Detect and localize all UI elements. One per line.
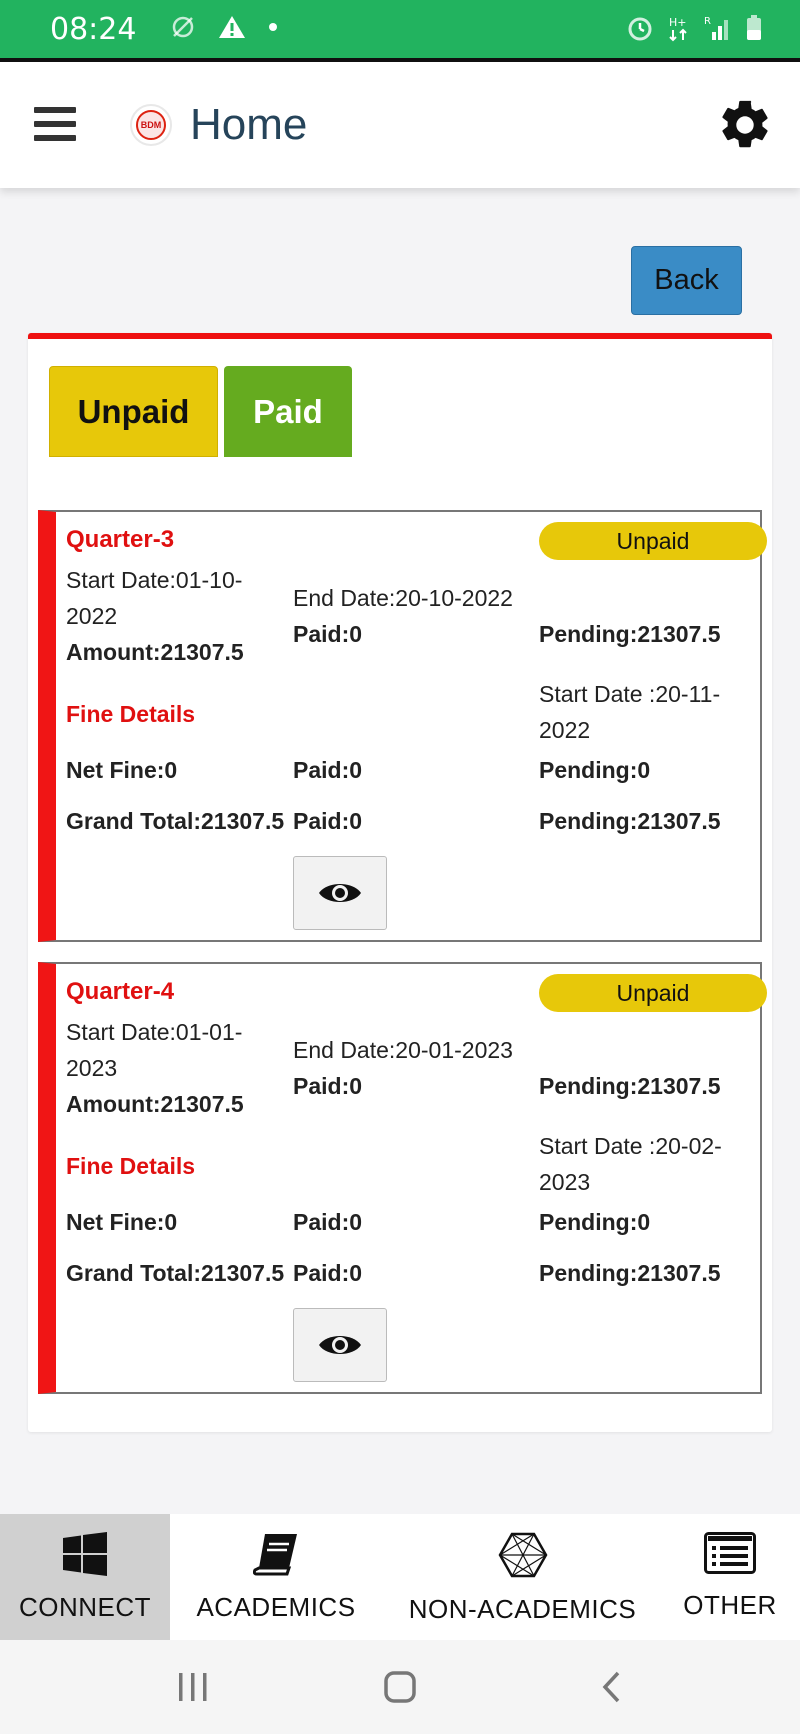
back-button[interactable]: Back [631,246,742,315]
total-paid: Paid:0 [293,1260,363,1286]
quarter-card: Quarter-3 Unpaid Start Date:01-10-2022 E… [38,510,767,942]
fine-paid: Paid:0 [293,1209,363,1235]
tab-paid[interactable]: Paid [224,366,352,457]
net-fine: Net Fine:0 [66,1209,178,1235]
grand-total: Grand Total:21307.5 [66,1260,285,1286]
battery-icon [747,15,761,40]
signal-icon: R [704,16,728,40]
dot-icon [269,23,277,31]
status-left-icons [170,14,278,40]
paid-amount: Paid:0 [293,621,363,647]
start-date: Start Date:01-01-2023 [66,1019,243,1081]
pending-amount: Pending:21307.5 [539,1073,721,1099]
svg-text:H+: H+ [669,16,687,29]
net-fine: Net Fine:0 [66,757,178,783]
alarm-icon [628,17,652,41]
quarter-card: Quarter-4 Unpaid Start Date:01-01-2023 E… [38,962,767,1394]
nav-other[interactable]: OTHER [660,1514,800,1640]
grand-total: Grand Total:21307.5 [66,808,285,834]
sync-off-icon [172,16,194,38]
windows-icon [63,1532,107,1576]
school-logo: BDM [130,104,172,146]
total-pending: Pending:21307.5 [539,1260,721,1286]
svg-text:R: R [704,16,711,27]
back-nav-icon[interactable] [596,1670,630,1704]
fine-details-title: Fine Details [66,701,196,727]
tab-unpaid[interactable]: Unpaid [49,366,218,457]
total-paid: Paid:0 [293,808,363,834]
app-bar: BDM Home [0,62,800,188]
pending-amount: Pending:21307.5 [539,621,721,647]
quarter-title: Quarter-3 [66,526,175,553]
system-nav-bar [0,1640,800,1734]
status-bar: 08:24 H+ R [0,0,800,62]
start-date: Start Date:01-10-2022 [66,567,243,629]
warning-icon [219,16,245,38]
fine-start-date: Start Date :20-11-2022 [539,681,721,743]
status-right-icons: H+ R [626,14,762,42]
nav-label: NON-ACADEMICS [408,1594,637,1624]
page-title: Home [190,100,308,149]
fine-paid: Paid:0 [293,757,363,783]
fine-details-title: Fine Details [66,1153,196,1179]
nav-label: CONNECT [18,1592,152,1622]
end-date: End Date:20-10-2022 [293,585,513,611]
view-details-button[interactable] [293,1308,387,1382]
amount: Amount:21307.5 [66,639,244,665]
eye-icon [319,1336,361,1354]
nav-academics[interactable]: ACADEMICS [176,1514,376,1640]
network-icon [498,1532,547,1578]
recent-apps-icon[interactable] [176,1670,210,1704]
gear-icon[interactable] [716,96,774,154]
fine-start-date: Start Date :20-02-2023 [539,1133,722,1195]
hamburger-menu-icon[interactable] [34,107,76,141]
total-pending: Pending:21307.5 [539,808,721,834]
quarter-title: Quarter-4 [66,978,175,1005]
end-date: End Date:20-01-2023 [293,1037,513,1063]
nav-label: ACADEMICS [196,1592,356,1622]
view-details-button[interactable] [293,856,387,930]
status-time: 08:24 [50,12,137,47]
paid-amount: Paid:0 [293,1073,363,1099]
data-hplus-icon: H+ [669,16,687,42]
fee-panel: Unpaid Paid Quarter-3 Unpaid Start Date:… [28,333,772,1432]
fine-pending: Pending:0 [539,1209,651,1235]
eye-icon [319,884,361,902]
list-icon [704,1532,756,1574]
status-badge: Unpaid [539,974,767,1012]
home-icon[interactable] [383,1670,417,1704]
status-badge: Unpaid [539,522,767,560]
fine-pending: Pending:0 [539,757,651,783]
nav-label: OTHER [683,1590,777,1620]
bottom-nav: CONNECT ACADEMICS NON-ACADEMICS OTHER [0,1514,800,1640]
amount: Amount:21307.5 [66,1091,244,1117]
nav-connect[interactable]: CONNECT [0,1514,170,1640]
book-icon [253,1534,297,1576]
nav-non-academics[interactable]: NON-ACADEMICS [400,1514,645,1640]
